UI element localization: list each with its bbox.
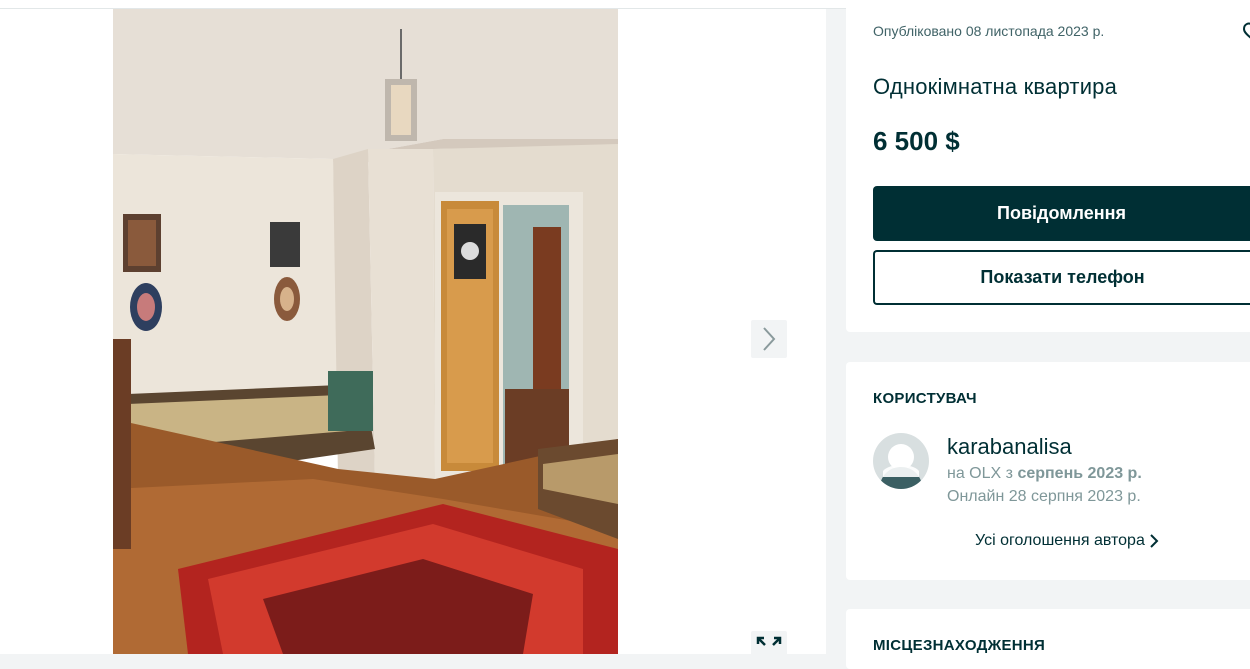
user-avatar-icon [873, 433, 929, 489]
user-section-heading: КОРИСТУВАЧ [873, 390, 977, 407]
heart-icon[interactable] [1240, 22, 1250, 40]
chevron-right-icon [1150, 534, 1159, 548]
room-photo-image [113, 9, 618, 654]
last-online: Онлайн 28 серпня 2023 р. [947, 488, 1141, 505]
location-card: МІСЦЕЗНАХОДЖЕННЯ [846, 609, 1250, 669]
listing-photo[interactable] [113, 9, 618, 654]
member-since: на OLX з серпень 2023 р. [947, 465, 1142, 483]
username[interactable]: karabanalisa [947, 434, 1072, 460]
posted-date: Опубліковано 08 листопада 2023 р. [873, 23, 1105, 39]
message-button[interactable]: Повідомлення [873, 186, 1250, 241]
photo-gallery [0, 9, 826, 654]
fullscreen-button[interactable] [751, 631, 787, 654]
expand-icon [756, 636, 782, 646]
all-author-ads-label: Усі оголошення автора [975, 532, 1145, 549]
member-since-prefix: на OLX з [947, 465, 1013, 482]
location-section-heading: МІСЦЕЗНАХОДЖЕННЯ [873, 637, 1046, 654]
member-since-date: серпень 2023 р. [1017, 465, 1142, 482]
all-author-ads-link[interactable]: Усі оголошення автора [975, 532, 1159, 550]
chevron-right-icon [763, 327, 776, 351]
next-photo-button[interactable] [751, 320, 787, 358]
show-phone-button[interactable]: Показати телефон [873, 250, 1250, 305]
listing-title: Однокімнатна квартира [873, 74, 1118, 99]
offer-card: Опубліковано 08 листопада 2023 р. Однокі… [846, 0, 1250, 332]
user-card: КОРИСТУВАЧ karabanalisa на OLX з серпень… [846, 362, 1250, 580]
avatar[interactable] [873, 433, 929, 489]
listing-price: 6 500 $ [873, 126, 960, 156]
